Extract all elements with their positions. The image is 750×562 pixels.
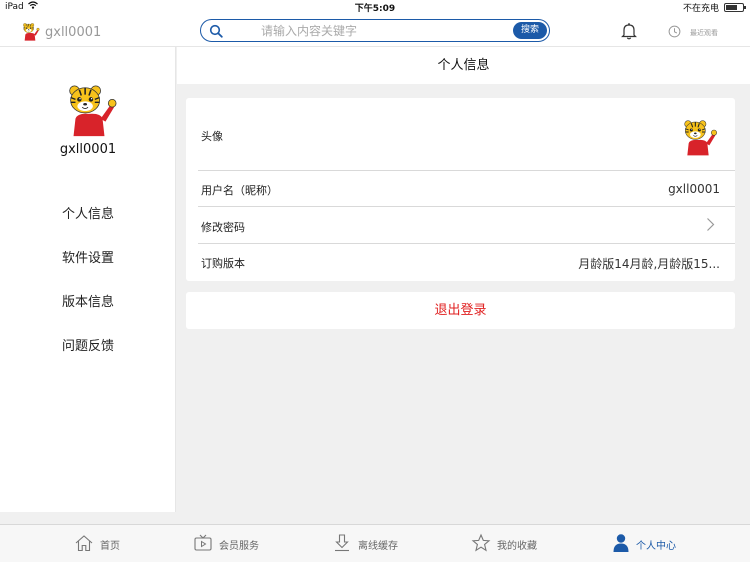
tab-home[interactable]: 首页 bbox=[74, 525, 120, 562]
status-bar: iPad 下午5:09 不在充电 bbox=[0, 0, 750, 14]
sidebar-item-feedback[interactable]: 问题反馈 bbox=[0, 329, 176, 373]
username-value: gxll0001 bbox=[668, 182, 720, 196]
tv-icon bbox=[193, 533, 213, 556]
tab-personal-center-label: 个人中心 bbox=[636, 540, 676, 552]
sidebar-item-version-info[interactable]: 版本信息 bbox=[0, 285, 176, 329]
profile-card: 头像 用户名（昵称） gxll0001 修改密码 订购版本 月龄版14月龄,月龄… bbox=[186, 98, 735, 281]
bell-icon[interactable] bbox=[621, 22, 637, 44]
subscription-row: 订购版本 月龄版14月龄,月龄版15... bbox=[198, 244, 735, 281]
tab-favorites-label: 我的收藏 bbox=[497, 540, 537, 552]
status-time: 下午5:09 bbox=[354, 4, 396, 14]
logout-button[interactable]: 退出登录 bbox=[186, 292, 735, 329]
tab-personal-center[interactable]: 个人中心 bbox=[612, 525, 676, 562]
tab-offline[interactable]: 离线缓存 bbox=[332, 525, 398, 562]
brand-name: gxll0001 bbox=[45, 24, 102, 40]
tab-home-label: 首页 bbox=[100, 540, 120, 552]
person-icon bbox=[612, 533, 630, 556]
tab-offline-label: 离线缓存 bbox=[358, 540, 398, 552]
search-bar: 搜索 bbox=[200, 19, 550, 42]
tab-bar: 首页 会员服务 离线缓存 我的收藏 个人中心 bbox=[0, 524, 750, 562]
sidebar: gxll0001 个人信息 软件设置 版本信息 问题反馈 bbox=[0, 47, 176, 512]
sidebar-username: gxll0001 bbox=[59, 142, 117, 157]
change-password-label: 修改密码 bbox=[201, 221, 245, 234]
app-header: gxll0001 搜索 最近观看 bbox=[0, 14, 750, 47]
avatar-row[interactable]: 头像 bbox=[198, 98, 735, 171]
tab-membership[interactable]: 会员服务 bbox=[193, 525, 259, 562]
recent-button[interactable]: 最近观看 bbox=[668, 23, 718, 42]
subscription-label: 订购版本 bbox=[201, 257, 245, 270]
page-title: 个人信息 bbox=[177, 47, 750, 84]
recent-label: 最近观看 bbox=[690, 28, 718, 37]
tiger-logo-icon bbox=[20, 22, 40, 42]
avatar-label: 头像 bbox=[201, 130, 223, 143]
search-input[interactable] bbox=[261, 22, 501, 39]
tab-favorites[interactable]: 我的收藏 bbox=[471, 525, 537, 562]
sidebar-item-settings[interactable]: 软件设置 bbox=[0, 241, 176, 285]
tab-membership-label: 会员服务 bbox=[219, 540, 259, 552]
change-password-row[interactable]: 修改密码 bbox=[198, 207, 735, 244]
username-row: 用户名（昵称） gxll0001 bbox=[198, 171, 735, 207]
subscription-value: 月龄版14月龄,月龄版15... bbox=[578, 257, 720, 271]
sidebar-item-profile[interactable]: 个人信息 bbox=[0, 197, 176, 241]
username-label: 用户名（昵称） bbox=[201, 184, 278, 197]
charging-status: 不在充电 bbox=[682, 4, 719, 14]
profile-avatar bbox=[678, 118, 718, 158]
clock-icon bbox=[668, 23, 681, 42]
sidebar-menu: 个人信息 软件设置 版本信息 问题反馈 bbox=[0, 197, 176, 373]
brand: gxll0001 bbox=[20, 22, 101, 42]
search-icon bbox=[209, 23, 223, 42]
download-icon bbox=[332, 533, 352, 556]
home-icon bbox=[74, 533, 94, 556]
search-button[interactable]: 搜索 bbox=[513, 22, 547, 39]
avatar bbox=[60, 82, 118, 140]
star-icon bbox=[471, 533, 491, 556]
chevron-right-icon bbox=[706, 217, 715, 235]
battery-icon bbox=[724, 3, 746, 12]
